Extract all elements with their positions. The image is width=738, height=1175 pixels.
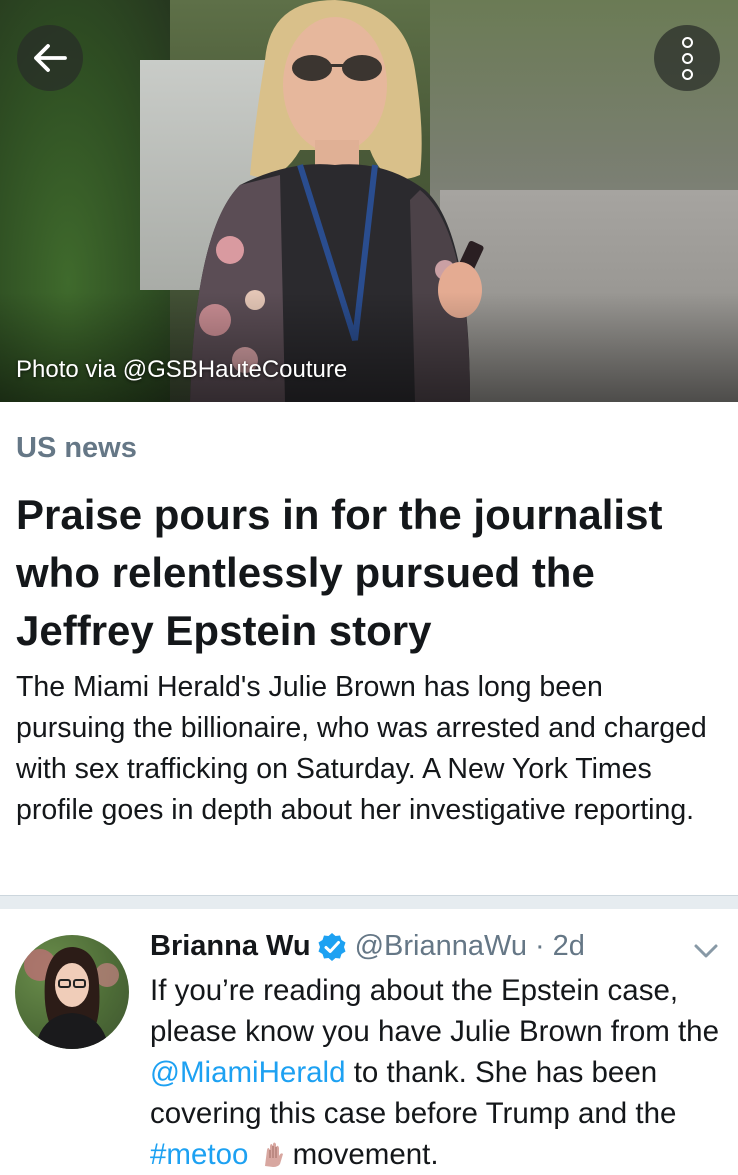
verified-badge-icon <box>318 932 346 961</box>
tweet-text: If you’re reading about the Epstein case… <box>150 970 720 1175</box>
section-divider <box>0 895 738 909</box>
article-summary: The Miami Herald's Julie Brown has long … <box>16 671 707 826</box>
metoo-hashflag-icon <box>264 1142 283 1167</box>
photo-gradient <box>0 292 738 402</box>
hashtag-link[interactable]: #metoo <box>150 1138 248 1171</box>
hero-photo[interactable]: Photo via @GSBHauteCouture <box>0 0 738 402</box>
more-vertical-icon <box>681 52 693 64</box>
more-vertical-icon <box>681 36 693 48</box>
arrow-left-icon <box>34 44 67 72</box>
avatar-image <box>24 947 119 1049</box>
tweet-author-handle[interactable]: @BriannaWu <box>355 930 527 963</box>
photo-credit: Photo via @GSBHauteCouture <box>16 356 348 383</box>
tweet-header: Brianna Wu @BriannaWu · 2d <box>150 930 585 963</box>
tweet-author-name[interactable]: Brianna Wu <box>150 930 311 963</box>
mention-link[interactable]: @MiamiHerald <box>150 1056 346 1089</box>
tweet-text-part: If you’re reading about the Epstein case… <box>150 974 719 1048</box>
tweet-timestamp[interactable]: 2d <box>553 930 585 963</box>
more-options-button[interactable] <box>654 25 720 91</box>
more-vertical-icon <box>681 68 693 80</box>
back-button[interactable] <box>17 25 83 91</box>
tweet-text-part: movement. <box>292 1138 439 1171</box>
avatar[interactable] <box>15 935 129 1049</box>
tweet-separator: · <box>534 930 545 962</box>
chevron-down-icon[interactable] <box>693 942 719 960</box>
article-headline[interactable]: Praise pours in for the journalist who r… <box>16 486 716 660</box>
article-category: US news <box>16 432 137 464</box>
